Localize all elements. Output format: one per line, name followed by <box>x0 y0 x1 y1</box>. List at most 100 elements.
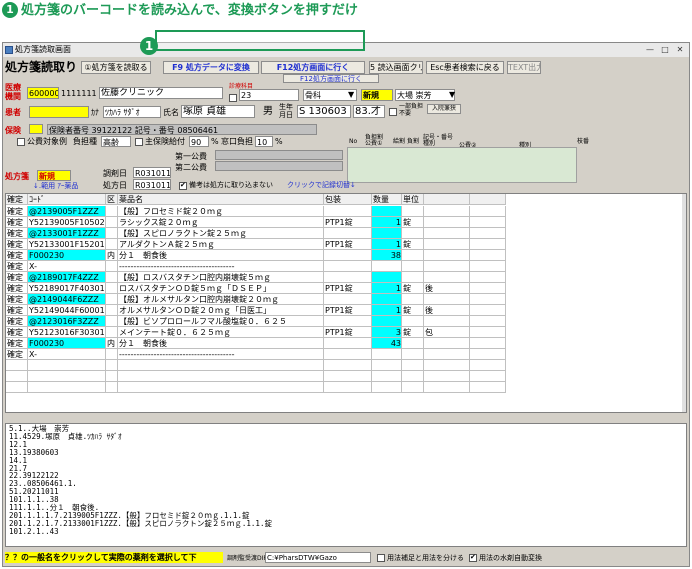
dir-field[interactable]: C:¥PharsDTW¥Gazo <box>265 552 371 563</box>
cell-unit[interactable]: 錠 <box>402 305 424 316</box>
public-subject-checkbox[interactable] <box>17 138 25 146</box>
cell-name[interactable]: 【般】オルメサルタン口腔内崩壊錠２０ｍｇ <box>118 294 324 305</box>
cell-package[interactable]: PTP1錠 <box>324 239 372 250</box>
cell-extra2[interactable] <box>470 206 506 217</box>
patient-kana[interactable]: ﾂｶﾊﾗ ｻﾀﾞｵ <box>103 106 161 118</box>
cell-extra2[interactable] <box>470 239 506 250</box>
cell-confirm[interactable]: 確定 <box>6 305 28 316</box>
cell-code[interactable]: @2139005F1ZZZ <box>28 206 106 217</box>
minimize-button[interactable]: — <box>643 45 657 55</box>
doctor-select[interactable]: 大場 崇芳 <box>395 89 455 101</box>
cell-name[interactable]: 【般】スピロノラクトン錠２５ｍｇ <box>118 228 324 239</box>
cell-class[interactable] <box>106 283 118 294</box>
cell-extra1[interactable] <box>424 316 470 327</box>
cell-extra1[interactable]: 包 <box>424 327 470 338</box>
cell-unit[interactable] <box>402 228 424 239</box>
table-row[interactable]: 確定 Y52139005F10502 ラシックス錠２０ｍｇ PTP1錠 1 錠 <box>6 217 506 228</box>
cell-package[interactable] <box>324 206 372 217</box>
f9-convert-button[interactable]: F9 処方データに変換 <box>163 61 259 74</box>
cell-unit[interactable] <box>402 360 424 371</box>
table-row[interactable]: 確定 Y52189017F40301 ロスバスタチンＯＤ錠５ｍｇ「ＤＳＥＰ」 PTP1… <box>6 283 506 294</box>
cell-qty[interactable]: 1 <box>372 305 402 316</box>
cell-code[interactable]: @2149044F6ZZZ <box>28 294 106 305</box>
clear-screen-button[interactable]: 5 読込画面クリア <box>369 61 423 74</box>
empty-row[interactable] <box>6 371 506 382</box>
cell-extra2[interactable] <box>470 283 506 294</box>
usage-split-checkbox[interactable] <box>377 554 385 562</box>
cell-extra2[interactable] <box>470 305 506 316</box>
cell-unit[interactable]: 錠 <box>402 283 424 294</box>
table-row[interactable]: 確定 Y52149044F60001 オルメサルタンＯＤ錠２０ｍｇ「日医工」 PTP1… <box>6 305 506 316</box>
cell-package[interactable] <box>324 272 372 283</box>
cell-extra1[interactable] <box>424 272 470 283</box>
institution-name[interactable]: 佐藤クリニック <box>99 87 223 99</box>
cell-extra1[interactable] <box>424 217 470 228</box>
cell-qty[interactable] <box>372 294 402 305</box>
cell-qty[interactable] <box>372 228 402 239</box>
cell-package[interactable]: PTP1錠 <box>324 305 372 316</box>
cell-qty[interactable] <box>372 272 402 283</box>
cell-qty[interactable]: 3 <box>372 327 402 338</box>
cell-class[interactable] <box>106 206 118 217</box>
cell-package[interactable]: PTP1錠 <box>324 217 372 228</box>
cell-code[interactable]: @2123016F3ZZZ <box>28 316 106 327</box>
cell-extra2[interactable] <box>470 228 506 239</box>
cell-class[interactable] <box>106 316 118 327</box>
cell-extra2[interactable] <box>470 360 506 371</box>
cell-code[interactable]: Y52189017F40301 <box>28 283 106 294</box>
cell-qty[interactable]: 1 <box>372 239 402 250</box>
cell-code[interactable]: F000230 <box>28 250 106 261</box>
cell-extra1[interactable] <box>424 261 470 272</box>
cell-name[interactable]: 分１ 朝食後 <box>118 338 324 349</box>
cell-extra1[interactable] <box>424 294 470 305</box>
cell-extra1[interactable] <box>424 250 470 261</box>
cell-code[interactable] <box>28 360 106 371</box>
cell-extra2[interactable] <box>470 349 506 360</box>
cell-name[interactable]: 【般】ロスバスタチン口腔内崩壊錠５ｍｇ <box>118 272 324 283</box>
cell-confirm[interactable]: 確定 <box>6 283 28 294</box>
cell-qty[interactable]: 1 <box>372 283 402 294</box>
cell-qty[interactable]: 1 <box>372 217 402 228</box>
cell-code[interactable]: F000230 <box>28 338 106 349</box>
cell-code[interactable]: X- <box>28 261 106 272</box>
cell-unit[interactable] <box>402 206 424 217</box>
text-output-button[interactable]: TEXT出力 <box>507 61 541 74</box>
cell-qty[interactable] <box>372 371 402 382</box>
cell-name[interactable]: ---------------------------------------- <box>118 349 324 360</box>
cell-confirm[interactable]: 確定 <box>6 327 28 338</box>
cell-extra2[interactable] <box>470 250 506 261</box>
cell-confirm[interactable]: 確定 <box>6 338 28 349</box>
cell-name[interactable] <box>118 371 324 382</box>
cell-code[interactable]: Y52123016F30301 <box>28 327 106 338</box>
burden-checkbox[interactable] <box>389 108 397 116</box>
cell-extra1[interactable] <box>424 349 470 360</box>
cell-qty[interactable] <box>372 349 402 360</box>
benefit-checkbox[interactable] <box>135 138 143 146</box>
cell-extra1[interactable] <box>424 382 470 393</box>
cell-qty[interactable] <box>372 382 402 393</box>
cell-unit[interactable] <box>402 338 424 349</box>
window-burden-value[interactable]: 10 <box>255 136 273 147</box>
burden-type-select[interactable]: 高齢 <box>101 136 131 147</box>
cell-package[interactable] <box>324 316 372 327</box>
table-row[interactable]: 確定 X- ------------------------------------… <box>6 261 506 272</box>
patient-code[interactable] <box>29 106 89 118</box>
cell-name[interactable]: ---------------------------------------- <box>118 261 324 272</box>
dept-checkbox[interactable] <box>229 94 237 102</box>
cell-unit[interactable] <box>402 316 424 327</box>
cell-extra2[interactable] <box>470 338 506 349</box>
grid-scrollbar[interactable] <box>682 194 686 412</box>
cell-code[interactable]: Y52139005F10502 <box>28 217 106 228</box>
cell-confirm[interactable]: 確定 <box>6 206 28 217</box>
cell-class[interactable] <box>106 382 118 393</box>
cell-unit[interactable] <box>402 261 424 272</box>
table-row[interactable]: 確定 X- ------------------------------------… <box>6 349 506 360</box>
benefit-value[interactable]: 90 <box>189 136 209 147</box>
table-row[interactable]: 確定 Y52133001F15201 アルダクトンＡ錠２５ｍｇ PTP1錠 1 錠 <box>6 239 506 250</box>
cell-unit[interactable] <box>402 250 424 261</box>
cell-confirm[interactable]: 確定 <box>6 239 28 250</box>
cell-class[interactable] <box>106 305 118 316</box>
table-row[interactable]: 確定 @2189017F4ZZZ 【般】ロスバスタチン口腔内崩壊錠５ｍｇ <box>6 272 506 283</box>
cell-qty[interactable] <box>372 206 402 217</box>
table-row[interactable]: 確定 @2139005F1ZZZ 【般】フロセミド錠２０ｍｇ <box>6 206 506 217</box>
